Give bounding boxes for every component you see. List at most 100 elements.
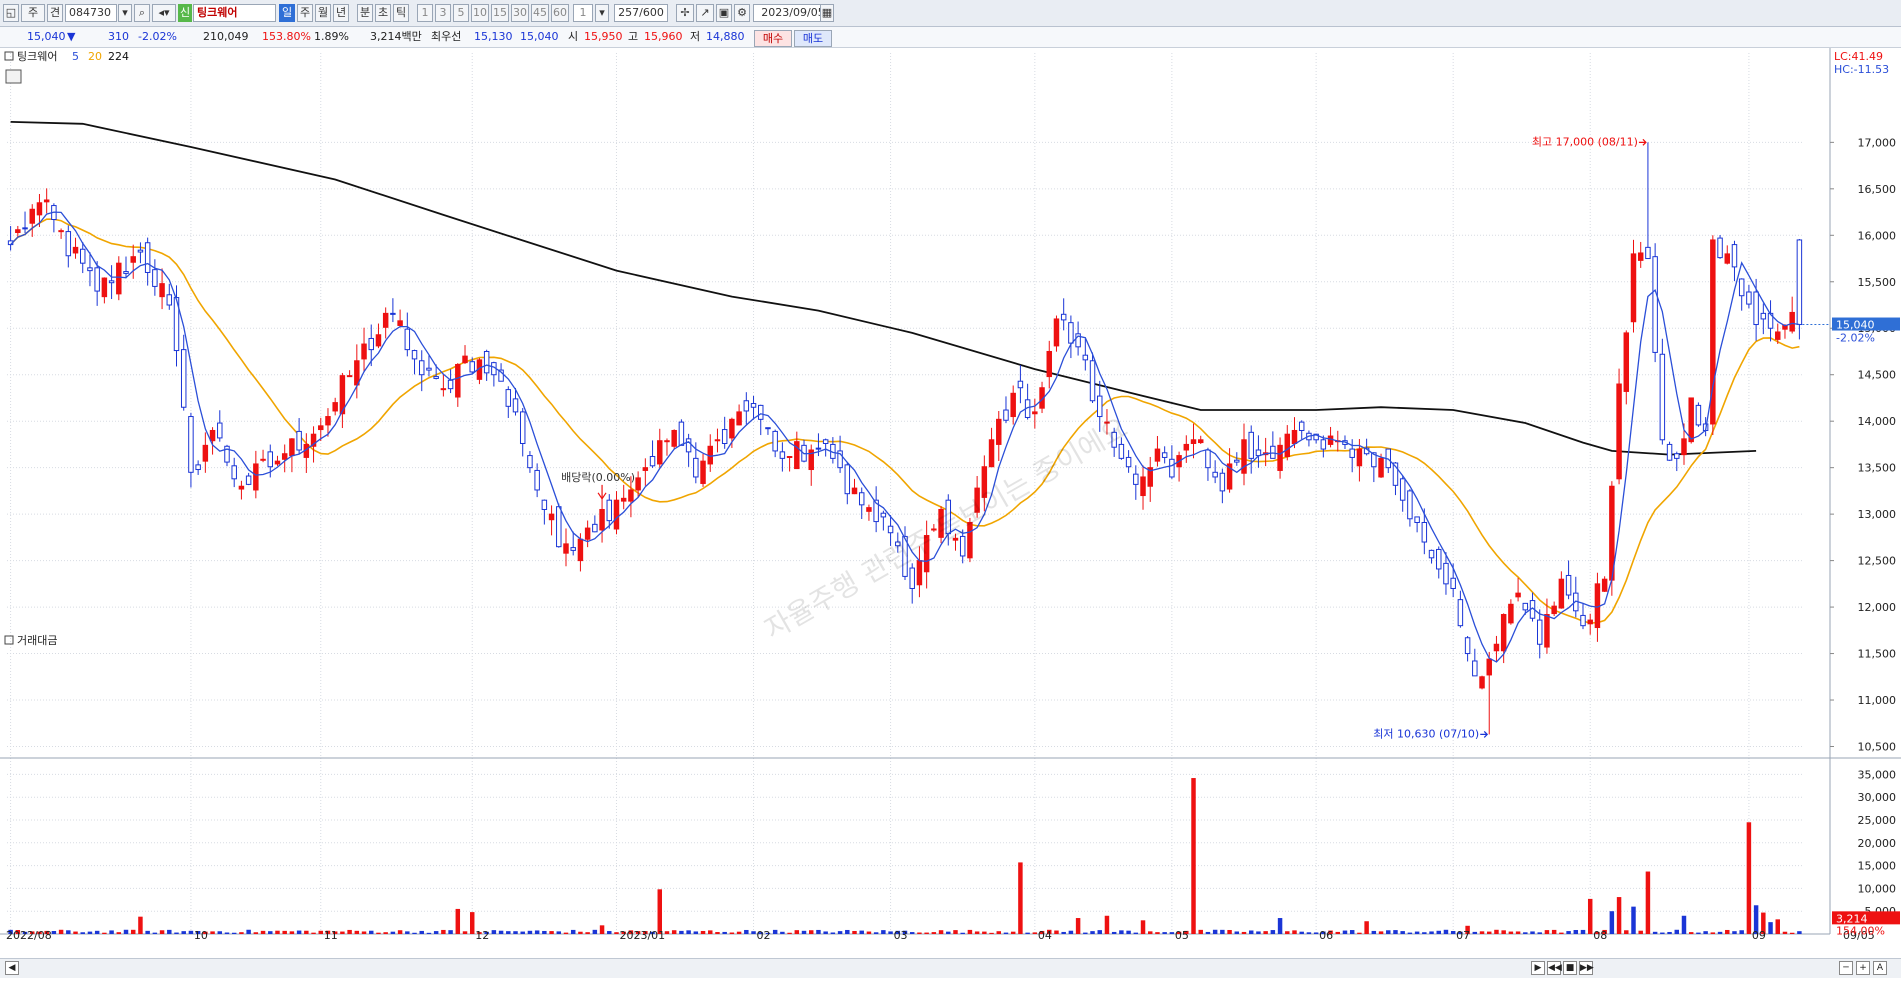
period-minute[interactable]: 분 (357, 4, 373, 22)
candle-body (1068, 322, 1074, 344)
volume-bar (852, 930, 857, 934)
period-second[interactable]: 초 (375, 4, 391, 22)
toolbar: ◱ 주 견 084730 ▾ ⌕ ◂▾ 신 팅크웨어 일 주 월 년 분 초 틱… (0, 0, 1901, 27)
period-month[interactable]: 월 (315, 4, 331, 22)
volume-bar (318, 930, 323, 934)
volume-bar (1220, 929, 1225, 934)
calendar-icon[interactable]: ▦ (820, 4, 834, 22)
candle-body (693, 457, 699, 478)
zoom-out-icon[interactable]: ─ (1839, 961, 1853, 975)
interval-30[interactable]: 30 (511, 4, 529, 22)
interval-45[interactable]: 45 (531, 4, 549, 22)
stock-name[interactable]: 팅크웨어 (193, 4, 276, 22)
interval-1[interactable]: 1 (417, 4, 433, 22)
candle-body (455, 363, 461, 398)
candle-body (195, 464, 201, 471)
volume-bar (1104, 915, 1110, 934)
scroll-right-icon[interactable]: ▶ (1531, 961, 1545, 975)
candle-body (527, 455, 533, 469)
candle-body (996, 418, 1002, 445)
interval-60[interactable]: 60 (551, 4, 569, 22)
volume-bar (1652, 931, 1658, 934)
volume-bar (1696, 932, 1701, 934)
volume-bar (1378, 931, 1384, 934)
candle-body (1060, 313, 1067, 321)
price-tick-label: 15,500 (1858, 276, 1897, 289)
month-tick-label: 2022/08 (6, 929, 52, 942)
candle-body (1089, 360, 1096, 402)
fast-forward-icon[interactable]: ▶▶ (1579, 961, 1594, 975)
stock-chart[interactable]: 10,500 11,000 11,500 12,000 12,500 13,000 13,5… (0, 48, 1901, 956)
field-label[interactable]: 견 (47, 4, 63, 22)
candle-body (375, 334, 382, 347)
volume-bar (1198, 929, 1203, 934)
volume-bar (73, 931, 78, 934)
candle-body (1407, 490, 1413, 520)
candle-body (916, 560, 923, 586)
candle-body (736, 411, 742, 426)
buy-button[interactable]: 매수 (754, 30, 792, 47)
volume-bar (260, 930, 266, 934)
sell-button[interactable]: 매도 (794, 30, 832, 47)
interval-15[interactable]: 15 (491, 4, 509, 22)
range-input[interactable]: 257/600 (614, 4, 668, 22)
zoom-in-icon[interactable]: + (1856, 961, 1870, 975)
period-week[interactable]: 주 (297, 4, 313, 22)
crosshair-icon[interactable]: ✢ (676, 4, 694, 22)
candle-body (390, 312, 396, 315)
month-tick-label: 05 (1175, 929, 1189, 942)
candle-body (404, 328, 411, 351)
chart-type-icon[interactable]: ◱ (3, 4, 19, 22)
candle-body (649, 456, 656, 467)
volume-bar (1212, 929, 1218, 934)
chart-menu-icon[interactable] (5, 69, 22, 84)
volume-bar (1472, 931, 1478, 934)
volume-bar (109, 930, 114, 934)
candle-body (281, 453, 288, 460)
candle-body (1688, 397, 1694, 443)
candle-body (1674, 453, 1680, 459)
volume-bar (1407, 932, 1413, 934)
search-icon[interactable]: ⌕ (134, 4, 150, 22)
volume-bar (491, 930, 497, 934)
interval-10[interactable]: 10 (471, 4, 489, 22)
volume-bar (210, 931, 215, 934)
candle-body (714, 439, 721, 442)
interval-5[interactable]: 5 (453, 4, 469, 22)
legend-stock-name: 팅크웨어 (17, 50, 57, 63)
line-tool-icon[interactable]: ↗ (696, 4, 714, 22)
volume-bar (780, 931, 785, 934)
stop-icon[interactable]: ■ (1563, 961, 1577, 975)
candle-body (382, 312, 389, 328)
candle-body (685, 438, 692, 453)
volume-bar (1234, 931, 1240, 934)
auto-scale-icon[interactable]: A (1873, 961, 1887, 975)
candle-body (79, 248, 86, 264)
count-dropdown-icon[interactable]: ▾ (595, 4, 609, 22)
month-tick-label: 11 (324, 929, 338, 942)
volume-bar (1739, 930, 1744, 934)
month-tick-label: 07 (1456, 929, 1470, 942)
dropdown-icon[interactable]: ▾ (118, 4, 132, 22)
sound-icon[interactable]: ◂▾ (152, 4, 176, 22)
volume-bar (354, 930, 360, 934)
scroll-left-icon[interactable]: ◀ (5, 961, 19, 975)
period-tick[interactable]: 틱 (393, 4, 409, 22)
rewind-icon[interactable]: ◀◀ (1547, 961, 1562, 975)
interval-3[interactable]: 3 (435, 4, 451, 22)
period-tab[interactable]: 주 (21, 4, 45, 22)
candle-body (1544, 614, 1550, 648)
volume-bar (448, 930, 453, 934)
candle-body (411, 350, 418, 360)
settings-icon[interactable]: ⚙ (734, 4, 750, 22)
price-tick-label: 13,000 (1858, 508, 1897, 521)
count-input[interactable]: 1 (573, 4, 593, 22)
period-year[interactable]: 년 (333, 4, 349, 22)
period-day[interactable]: 일 (279, 4, 295, 22)
code-input[interactable]: 084730 (65, 4, 117, 22)
candle-body (1724, 253, 1731, 264)
volume-bar (1429, 931, 1434, 934)
candle-body (822, 439, 829, 444)
candle-body (101, 277, 108, 298)
save-icon[interactable]: ▣ (716, 4, 732, 22)
